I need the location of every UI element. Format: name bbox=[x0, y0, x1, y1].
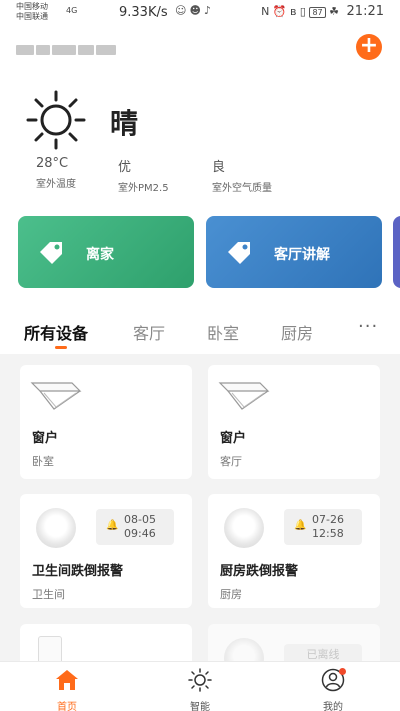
scene-label: 离家 bbox=[86, 247, 114, 263]
stat-pm25: 优 室外PM2.5 bbox=[118, 156, 169, 194]
device-card-partial[interactable] bbox=[20, 624, 192, 664]
nav-smart[interactable]: 智能 bbox=[160, 668, 240, 711]
carrier-2: 中国联通 bbox=[16, 12, 48, 21]
alarm-icon: ⏰ bbox=[272, 5, 287, 18]
device-room: 客厅 bbox=[220, 455, 242, 468]
device-card-window-living[interactable]: 窗户 客厅 bbox=[208, 365, 380, 479]
window-icon bbox=[30, 377, 82, 417]
tag-icon bbox=[36, 238, 66, 272]
notification-dot bbox=[339, 668, 346, 675]
device-title: 卫生间跌倒报警 bbox=[32, 564, 124, 579]
notification-icon: ☻ bbox=[189, 4, 204, 17]
stat-value: 28°C bbox=[36, 156, 69, 171]
scene-card-away[interactable]: 离家 bbox=[18, 216, 194, 288]
home-header: + 晴 28°C 室外温度 优 室外PM2.5 良 室外空气质量 离家 客厅讲解 bbox=[0, 26, 400, 326]
alarm-time-badge: 🔔 07-26 12:58 bbox=[284, 509, 362, 545]
add-device-button[interactable]: + bbox=[356, 34, 382, 60]
alarm-time: 09:46 bbox=[124, 527, 156, 540]
scene-label: 客厅讲解 bbox=[274, 247, 330, 263]
vibrate-icon: ▯ bbox=[299, 5, 306, 18]
home-icon bbox=[27, 668, 107, 696]
bluetooth-icon: ʙ bbox=[290, 5, 297, 18]
stat-air-quality: 良 室外空气质量 bbox=[212, 156, 272, 194]
carrier-info: 中国移动 中国联通 bbox=[16, 2, 48, 22]
network-speed: 9.33K/s bbox=[119, 5, 168, 20]
device-card-offline[interactable]: 已离线 bbox=[208, 624, 380, 664]
home-name-blurred bbox=[16, 40, 126, 55]
nav-label: 我的 bbox=[323, 702, 343, 711]
user-icon bbox=[320, 668, 346, 696]
stat-value: 良 bbox=[212, 160, 226, 175]
device-title: 厨房跌倒报警 bbox=[220, 564, 299, 579]
switch-icon bbox=[38, 636, 62, 664]
device-card-fall-alarm-kitchen[interactable]: 🔔 07-26 12:58 厨房跌倒报警 厨房 bbox=[208, 494, 380, 608]
nfc-icon: N bbox=[261, 5, 270, 18]
tab-all-devices[interactable]: 所有设备 bbox=[24, 320, 88, 344]
music-icon: ♪ bbox=[203, 4, 214, 17]
nav-mine[interactable]: 我的 bbox=[293, 668, 373, 711]
status-right: N ⏰ ʙ ▯ 87 ☘ 21:21 bbox=[261, 4, 384, 19]
stat-label: 室外温度 bbox=[36, 179, 76, 190]
notification-icon: ☺ bbox=[175, 4, 190, 17]
nav-label: 智能 bbox=[190, 702, 210, 711]
sensor-icon bbox=[36, 508, 76, 548]
device-card-fall-alarm-bathroom[interactable]: 🔔 08-05 09:46 卫生间跌倒报警 卫生间 bbox=[20, 494, 192, 608]
stat-value: 优 bbox=[118, 160, 132, 175]
alarm-time: 12:58 bbox=[312, 527, 344, 540]
device-title: 窗户 bbox=[220, 431, 247, 446]
carrier-1: 中国移动 bbox=[16, 2, 48, 11]
tab-kitchen[interactable]: 厨房 bbox=[281, 320, 313, 344]
tag-icon bbox=[224, 238, 254, 272]
clock: 21:21 bbox=[346, 4, 384, 19]
tab-bedroom[interactable]: 卧室 bbox=[207, 320, 239, 344]
bell-icon: 🔔 bbox=[106, 520, 119, 531]
more-tabs-button[interactable]: ··· bbox=[358, 316, 378, 337]
notification-icons: ☺☻♪ bbox=[175, 4, 214, 17]
alarm-time-badge: 🔔 08-05 09:46 bbox=[96, 509, 174, 545]
tab-living-room[interactable]: 客厅 bbox=[133, 320, 165, 344]
device-room: 卧室 bbox=[32, 455, 54, 468]
status-bar: 中国移动 中国联通 4G 9.33K/s ☺☻♪ N ⏰ ʙ ▯ 87 ☘ 21… bbox=[0, 0, 400, 26]
device-room: 厨房 bbox=[220, 588, 242, 601]
window-icon bbox=[218, 377, 270, 417]
nav-label: 首页 bbox=[57, 702, 77, 711]
stat-temperature: 28°C 室外温度 bbox=[36, 156, 76, 190]
stat-label: 室外PM2.5 bbox=[118, 183, 169, 194]
device-grid: 窗户 卧室 窗户 客厅 🔔 08-05 09:46 卫生间跌倒报警 卫生间 🔔 … bbox=[0, 354, 400, 664]
alarm-date: 07-26 bbox=[312, 513, 344, 526]
scene-card-partial[interactable] bbox=[393, 216, 400, 288]
bottom-navigation: 首页 智能 我的 bbox=[0, 661, 400, 711]
sun-icon bbox=[24, 88, 88, 156]
device-title: 窗户 bbox=[32, 431, 59, 446]
weather-condition: 晴 bbox=[110, 107, 139, 140]
nav-home[interactable]: 首页 bbox=[27, 668, 107, 711]
network-type: 4G bbox=[66, 6, 78, 15]
device-card-window-bedroom[interactable]: 窗户 卧室 bbox=[20, 365, 192, 479]
active-tab-indicator bbox=[55, 346, 67, 349]
sun-icon bbox=[160, 668, 240, 696]
stat-label: 室外空气质量 bbox=[212, 183, 272, 194]
room-tabs: 所有设备 客厅 卧室 厨房 ··· bbox=[0, 314, 400, 354]
leaf-icon: ☘ bbox=[329, 5, 340, 18]
alarm-date: 08-05 bbox=[124, 513, 156, 526]
scene-card-living-room[interactable]: 客厅讲解 bbox=[206, 216, 382, 288]
device-room: 卫生间 bbox=[32, 588, 65, 601]
sensor-icon bbox=[224, 508, 264, 548]
battery-icon: 87 bbox=[309, 7, 326, 18]
bell-icon: 🔔 bbox=[294, 520, 307, 531]
